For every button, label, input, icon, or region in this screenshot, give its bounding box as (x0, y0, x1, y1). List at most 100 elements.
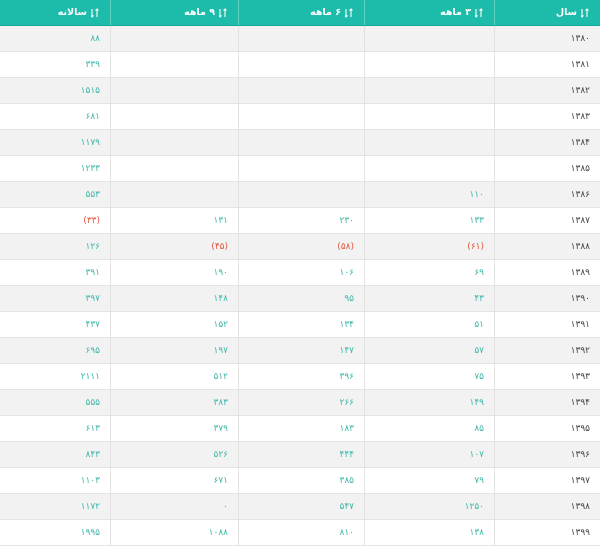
table-row: ۱۳۹۹ ۱۳۸ ۸۱۰ ۱۰۸۸ ۱۹۹۵ (0, 520, 600, 546)
cell-annual: ۱۱۷۲ (80, 501, 100, 512)
cell-annual: ۵۵۵ (85, 397, 100, 408)
table-row: ۱۳۹۵ ۸۵ ۱۸۳ ۳۷۹ ۶۱۳ (0, 416, 600, 442)
cell-q6 (238, 78, 364, 103)
cell-q9 (110, 52, 238, 77)
cell-annual: ۱۵۱۵ (80, 85, 100, 96)
cell-annual: ۱۲۶ (85, 241, 100, 252)
cell-q3: ۱۳۳ (364, 208, 494, 233)
cell-q9: ۵۲۶ (110, 442, 238, 467)
cell-q9: ۱۹۰ (110, 260, 238, 285)
table-row: ۱۳۹۱ ۵۱ ۱۳۴ ۱۵۲ ۴۳۷ (0, 312, 600, 338)
table-row: ۱۳۸۱ ۳۳۹ (0, 52, 600, 78)
cell-q3: ۷۹ (364, 468, 494, 493)
column-header-q9-label: ۹ ماهه (184, 7, 215, 18)
sort-icon[interactable] (475, 7, 484, 18)
table-row: ۱۳۹۰ ۴۳ ۹۵ ۱۴۸ ۳۹۷ (0, 286, 600, 312)
table-row: ۱۳۸۳ ۶۸۱ (0, 104, 600, 130)
cell-q3: ۴۳ (364, 286, 494, 311)
sort-icon[interactable] (345, 7, 354, 18)
cell-annual: ۱۲۳۳ (80, 163, 100, 174)
cell-q3: (۶۱) (364, 234, 494, 259)
cell-q3 (364, 130, 494, 155)
cell-q3: ۱۲۵۰ (364, 494, 494, 519)
cell-q6: ۱۰۶ (238, 260, 364, 285)
cell-q9: ۵۱۲ (110, 364, 238, 389)
cell-q9: ۱۵۲ (110, 312, 238, 337)
table-header: سال ۳ ماهه ۶ ماهه ۹ ماهه سالانه (0, 0, 600, 26)
column-header-year[interactable]: سال (494, 0, 600, 25)
cell-q6: ۸۱۰ (238, 520, 364, 545)
financial-table: سال ۳ ماهه ۶ ماهه ۹ ماهه سالانه ۱۳۸۰ ۸۸ … (0, 0, 600, 546)
cell-year: ۱۳۹۶ (494, 442, 600, 467)
cell-q9: ۳۸۳ (110, 390, 238, 415)
cell-year: ۱۳۸۱ (494, 52, 600, 77)
cell-q6: ۵۴۷ (238, 494, 364, 519)
table-row: ۱۳۹۴ ۱۴۹ ۲۶۶ ۳۸۳ ۵۵۵ (0, 390, 600, 416)
table-row: ۱۳۸۲ ۱۵۱۵ (0, 78, 600, 104)
cell-q9 (110, 78, 238, 103)
cell-q9 (110, 26, 238, 51)
cell-q3: ۵۱ (364, 312, 494, 337)
table-row: ۱۳۹۳ ۷۵ ۳۹۶ ۵۱۲ ۲۱۱۱ (0, 364, 600, 390)
cell-q9: (۴۵) (110, 234, 238, 259)
cell-q6 (238, 26, 364, 51)
cell-year: ۱۳۸۶ (494, 182, 600, 207)
cell-q6: ۱۸۳ (238, 416, 364, 441)
table-body: ۱۳۸۰ ۸۸ ۱۳۸۱ ۳۳۹ ۱۳۸۲ ۱۵۱۵ ۱۳۸۳ ۶۸۱ ۱۳۸۴… (0, 26, 600, 546)
table-row: ۱۳۸۹ ۶۹ ۱۰۶ ۱۹۰ ۳۹۱ (0, 260, 600, 286)
table-row: ۱۳۹۲ ۵۷ ۱۴۷ ۱۹۷ ۶۹۵ (0, 338, 600, 364)
cell-q6: ۳۸۵ (238, 468, 364, 493)
table-row: ۱۳۸۵ ۱۲۳۳ (0, 156, 600, 182)
cell-year: ۱۳۸۴ (494, 130, 600, 155)
cell-q9 (110, 104, 238, 129)
cell-q3: ۱۴۹ (364, 390, 494, 415)
cell-year: ۱۳۹۴ (494, 390, 600, 415)
cell-year: ۱۳۸۷ (494, 208, 600, 233)
table-row: ۱۳۹۷ ۷۹ ۳۸۵ ۶۷۱ ۱۱۰۳ (0, 468, 600, 494)
cell-annual: ۳۹۷ (85, 293, 100, 304)
cell-year: ۱۳۸۹ (494, 260, 600, 285)
cell-q6: ۳۹۶ (238, 364, 364, 389)
cell-q6 (238, 182, 364, 207)
sort-icon[interactable] (581, 7, 590, 18)
cell-q6: ۴۴۴ (238, 442, 364, 467)
column-header-annual[interactable]: سالانه (0, 0, 110, 25)
column-header-q3[interactable]: ۳ ماهه (364, 0, 494, 25)
column-header-annual-label: سالانه (57, 7, 87, 18)
cell-q6: ۱۳۴ (238, 312, 364, 337)
cell-q9: ۶۷۱ (110, 468, 238, 493)
cell-q6 (238, 130, 364, 155)
sort-icon[interactable] (219, 7, 228, 18)
table-row: ۱۳۸۴ ۱۱۷۹ (0, 130, 600, 156)
cell-annual: ۵۵۳ (85, 189, 100, 200)
cell-annual: ۲۱۱۱ (80, 371, 100, 382)
cell-q3 (364, 26, 494, 51)
column-header-q9[interactable]: ۹ ماهه (110, 0, 238, 25)
cell-year: ۱۳۹۳ (494, 364, 600, 389)
cell-q3: ۱۰۷ (364, 442, 494, 467)
cell-q9: ۱۴۸ (110, 286, 238, 311)
cell-q9 (110, 156, 238, 181)
cell-q6: ۲۶۶ (238, 390, 364, 415)
cell-q6: ۲۳۰ (238, 208, 364, 233)
cell-q9 (110, 130, 238, 155)
column-header-q6-label: ۶ ماهه (310, 7, 341, 18)
table-row: ۱۳۸۸ (۶۱) (۵۸) (۴۵) ۱۲۶ (0, 234, 600, 260)
cell-year: ۱۳۹۱ (494, 312, 600, 337)
cell-q9: ۱۰۸۸ (110, 520, 238, 545)
cell-q6 (238, 104, 364, 129)
cell-annual: (۳۳) (83, 215, 100, 226)
cell-q6 (238, 52, 364, 77)
sort-icon[interactable] (91, 7, 100, 18)
cell-q6: ۹۵ (238, 286, 364, 311)
cell-q6: (۵۸) (238, 234, 364, 259)
cell-annual: ۳۳۹ (85, 59, 100, 70)
cell-q6: ۱۴۷ (238, 338, 364, 363)
cell-q9: ۰ (110, 494, 238, 519)
column-header-q6[interactable]: ۶ ماهه (238, 0, 364, 25)
cell-q9 (110, 182, 238, 207)
cell-annual: ۶۸۱ (85, 111, 100, 122)
column-header-q3-label: ۳ ماهه (440, 7, 471, 18)
cell-year: ۱۳۸۸ (494, 234, 600, 259)
cell-annual: ۶۹۵ (85, 345, 100, 356)
